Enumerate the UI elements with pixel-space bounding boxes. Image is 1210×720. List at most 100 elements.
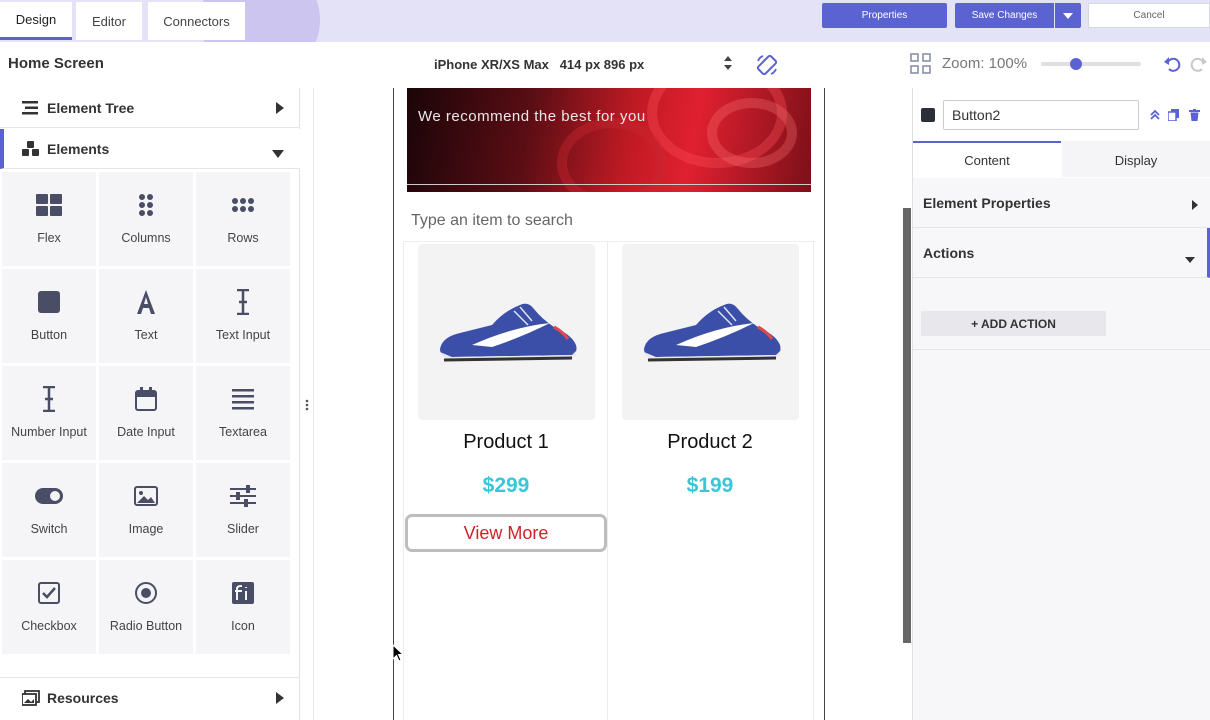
tile-label: Number Input [11,425,87,439]
tab-content[interactable]: Content [913,141,1061,177]
text-input-icon [236,289,250,315]
banner-text: We recommend the best for you [418,108,646,125]
page-title: Home Screen [8,55,104,72]
add-action-button[interactable]: + ADD ACTION [921,311,1106,336]
slider-icon [230,483,256,509]
tile-label: Date Input [117,425,175,439]
trash-icon[interactable] [1189,108,1200,126]
element-properties-header[interactable]: Element Properties [913,178,1210,228]
element-tile-icon[interactable]: Icon [196,560,290,654]
product-price: $299 [482,474,530,497]
chevron-down-icon [1063,12,1073,19]
right-panel-empty-area [913,350,1210,720]
columns-icon [138,192,154,218]
element-tile-button[interactable]: Button [2,269,96,363]
element-color-swatch[interactable] [921,108,935,122]
images-icon [22,689,40,706]
product-image[interactable] [622,244,799,420]
element-tile-text-input[interactable]: Text Input [196,269,290,363]
canvas-scrollbar[interactable] [903,208,911,643]
element-tile-slider[interactable]: Slider [196,463,290,557]
left-panel: Element Tree Elements Flex Columns Rows [0,88,300,720]
product-price: $199 [686,474,734,497]
tree-list-icon [22,100,40,115]
layout-grid-icon[interactable] [910,53,932,80]
text-icon [135,289,157,315]
product-name: Product 2 [667,431,753,453]
element-tile-rows[interactable]: Rows [196,172,290,266]
elements-label: Elements [47,140,110,157]
top-bar: Design Editor Connectors Properties Save… [0,0,1210,42]
actions-label: Actions [923,244,975,261]
product-name: Product 1 [463,431,549,453]
calendar-icon [135,386,157,412]
undo-icon[interactable] [1163,54,1183,79]
panel-resize-handle[interactable] [305,398,309,416]
tab-editor[interactable]: Editor [76,2,142,40]
elements-header[interactable]: Elements [0,129,300,169]
caret-right-icon [1192,197,1198,213]
collapse-up-icon[interactable] [1150,108,1160,126]
tab-display[interactable]: Display [1062,141,1210,177]
element-tile-flex[interactable]: Flex [2,172,96,266]
banner-image[interactable] [407,88,811,192]
select-caret-icon [724,56,732,72]
properties-button[interactable]: Properties [822,3,947,28]
tile-label: Slider [227,522,259,536]
product-image[interactable] [418,244,595,420]
element-tree-label: Element Tree [47,99,135,116]
tile-label: Textarea [219,425,267,439]
element-tile-date-input[interactable]: Date Input [99,366,193,460]
caret-right-icon [276,691,284,709]
number-input-icon [42,386,56,412]
tile-label: Button [30,328,68,342]
button-icon [38,289,60,315]
device-selector[interactable]: iPhone XR/XS Max 414 px 896 px [434,57,644,72]
image-icon [134,483,158,509]
element-tile-radio-button[interactable]: Radio Button [99,560,193,654]
copy-icon[interactable] [1167,108,1180,126]
element-tile-text[interactable]: Text [99,269,193,363]
column-divider [813,242,814,720]
tile-label: Switch [30,522,68,536]
tab-design[interactable]: Design [0,2,72,40]
search-input[interactable]: Type an item to search [403,200,815,242]
tile-label: Columns [121,231,171,245]
zoom-label: Zoom: 100% [942,55,1028,72]
save-changes-button[interactable]: Save Changes [955,3,1054,28]
zoom-slider-handle[interactable] [1070,58,1082,70]
redo-icon[interactable] [1188,54,1208,79]
resources-header[interactable]: Resources [0,677,300,717]
element-tile-columns[interactable]: Columns [99,172,193,266]
mouse-cursor-icon [392,643,405,667]
caret-down-icon [272,145,284,163]
element-tile-switch[interactable]: Switch [2,463,96,557]
checkbox-icon [38,580,60,606]
tile-label: Text Input [215,328,271,342]
tile-label: Icon [231,619,255,633]
sneaker-image [439,303,576,362]
rows-icon [231,192,255,218]
sneaker-image [643,303,780,362]
tab-connectors[interactable]: Connectors [148,2,245,40]
zoom-slider[interactable] [1041,62,1141,66]
tile-label: Checkbox [21,619,77,633]
element-tile-number-input[interactable]: Number Input [2,366,96,460]
element-tile-textarea[interactable]: Textarea [196,366,290,460]
element-tile-image[interactable]: Image [99,463,193,557]
switch-icon [35,483,63,509]
view-more-button[interactable]: View More [405,514,607,552]
actions-header[interactable]: Actions [913,228,1210,278]
textarea-icon [232,386,254,412]
save-options-dropdown[interactable] [1055,3,1081,28]
element-name-field[interactable] [943,100,1139,130]
tile-label: Image [128,522,164,536]
tile-label: Text [134,328,158,342]
element-tile-checkbox[interactable]: Checkbox [2,560,96,654]
cancel-button[interactable]: Cancel [1088,3,1210,28]
cubes-icon [22,140,40,157]
element-tree-header[interactable]: Element Tree [0,88,300,128]
element-properties-label: Element Properties [923,194,1051,211]
rotate-device-icon[interactable] [755,53,779,82]
resources-label: Resources [47,689,119,706]
